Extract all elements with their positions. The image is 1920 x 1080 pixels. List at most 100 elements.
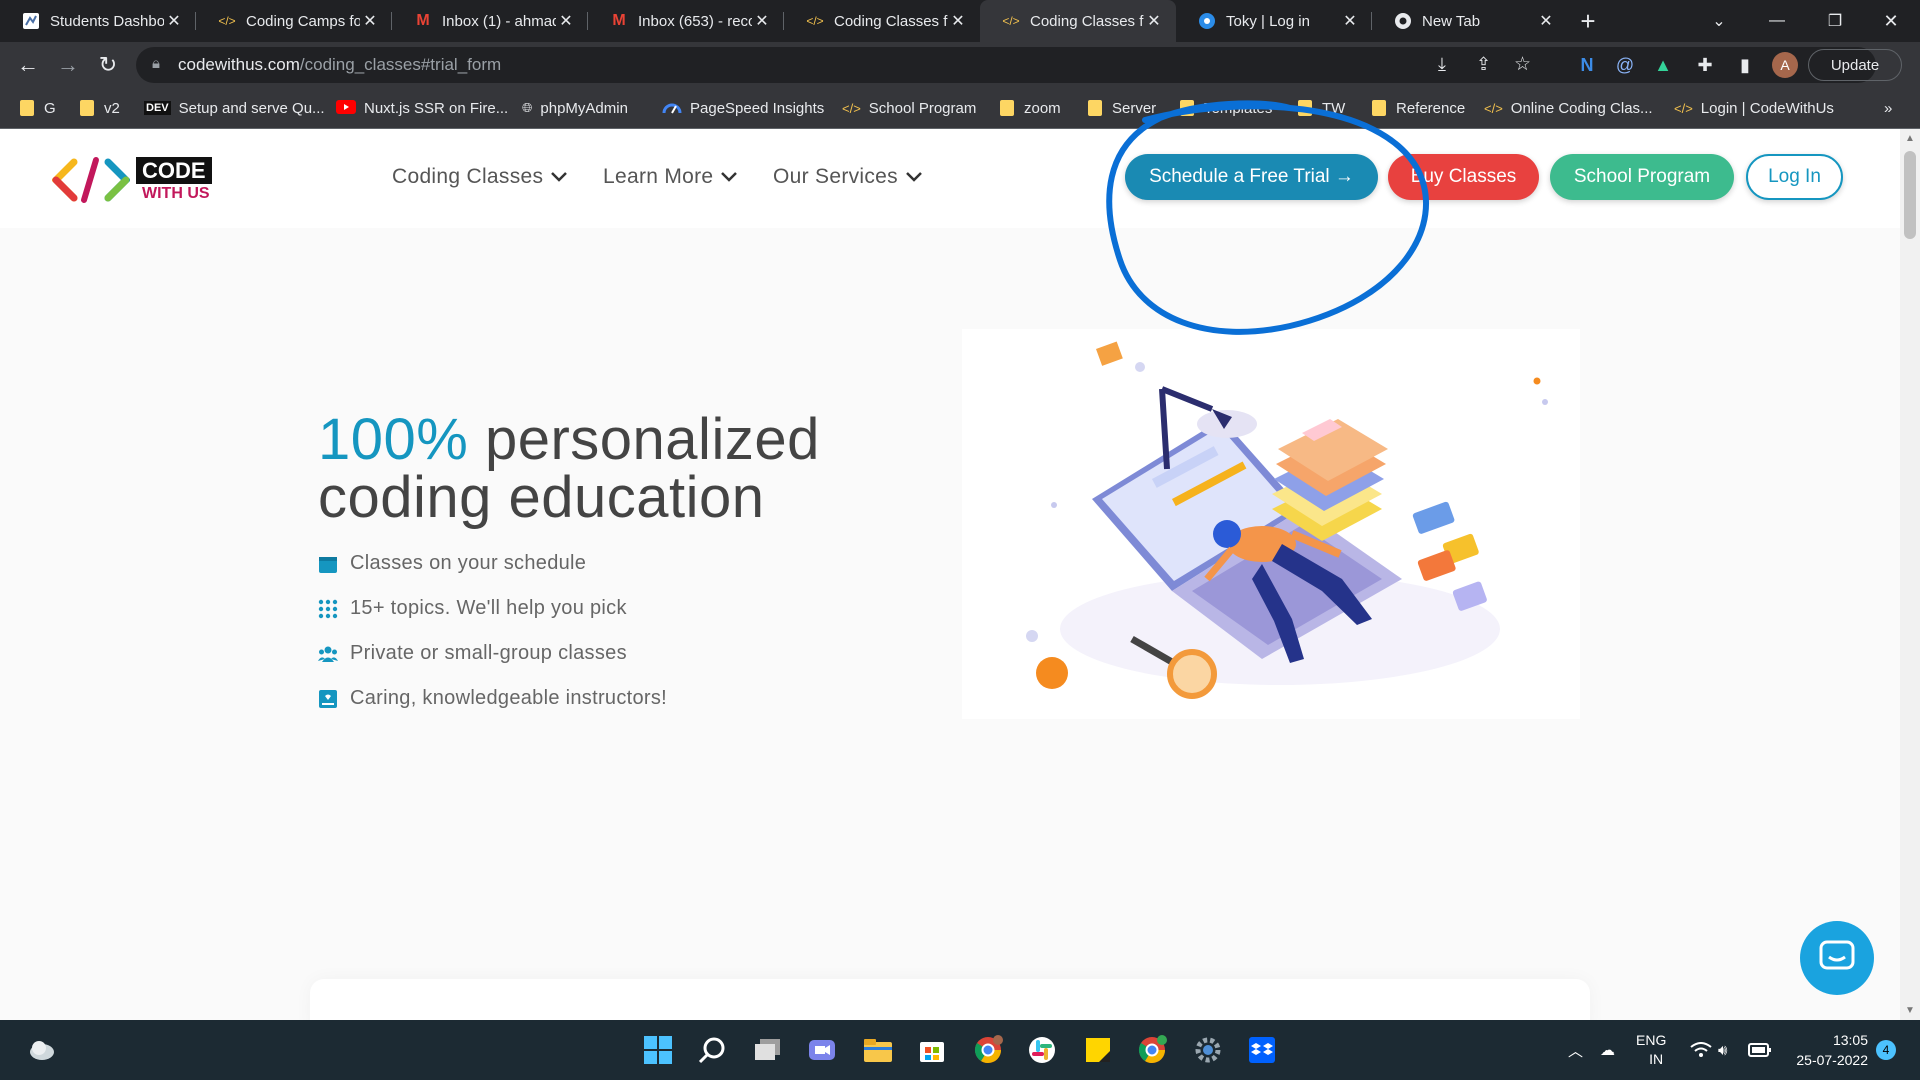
side-panel-icon[interactable]: ▮ — [1728, 42, 1762, 88]
show-hidden-icons-chevron-icon[interactable]: ︿ — [1568, 1020, 1583, 1080]
bookmark-g[interactable]: G — [20, 88, 56, 128]
bookmark-server[interactable]: Server — [1088, 88, 1156, 128]
buy-classes-button[interactable]: Buy Classes — [1388, 154, 1539, 200]
folder-icon — [1088, 100, 1102, 116]
profile-avatar[interactable]: A — [1772, 52, 1798, 78]
gmail-icon: M — [416, 12, 430, 29]
chrome-profile-v-icon[interactable] — [1132, 1030, 1172, 1070]
scroll-up-icon[interactable]: ▲ — [1905, 133, 1915, 144]
extension-vue-icon[interactable]: ▲ — [1646, 42, 1680, 88]
close-tab-icon[interactable]: ✕ — [556, 11, 576, 31]
feature-item: Private or small-group classes — [318, 642, 627, 665]
site-logo[interactable]: CODE WITH US — [51, 156, 212, 204]
scroll-thumb[interactable] — [1904, 151, 1916, 239]
folder-icon — [1372, 100, 1386, 116]
language-indicator[interactable]: ENG IN — [1636, 1020, 1666, 1080]
teams-chat-icon[interactable] — [802, 1030, 842, 1070]
extension-n-icon[interactable]: N — [1570, 42, 1604, 88]
bookmark-login-codewithus[interactable]: </> Login | CodeWithUs — [1674, 88, 1834, 128]
url-text[interactable]: codewithus.com/coding_classes#trial_form — [178, 55, 501, 75]
install-app-icon[interactable]: ⤓ — [1438, 54, 1446, 75]
nav-our-services[interactable]: Our Services — [773, 165, 922, 189]
bookmark-star-icon[interactable]: ☆ — [1514, 53, 1531, 76]
sticky-notes-icon[interactable] — [1078, 1030, 1118, 1070]
extensions-puzzle-icon[interactable]: ✚ — [1688, 42, 1722, 88]
close-tab-icon[interactable]: ✕ — [948, 11, 968, 31]
more-bookmarks-icon[interactable]: » — [1884, 88, 1892, 128]
bookmark-setup-serve[interactable]: DEV Setup and serve Qu... — [144, 88, 325, 128]
close-window-icon[interactable]: ✕ — [1862, 0, 1920, 42]
back-arrow-icon[interactable]: ← — [8, 42, 48, 88]
file-explorer-icon[interactable] — [858, 1030, 898, 1070]
codewithus-icon: </> — [842, 100, 861, 116]
logo-code-text: CODE — [136, 156, 212, 184]
clock[interactable]: 13:05 25-07-2022 — [1790, 1020, 1868, 1080]
log-in-button[interactable]: Log In — [1746, 154, 1843, 200]
bookmarks-bar: G v2 DEV Setup and serve Qu... Nuxt.js SS… — [0, 88, 1920, 129]
chrome-icon — [1394, 12, 1412, 30]
bookmark-tw[interactable]: TW — [1298, 88, 1345, 128]
microsoft-store-icon[interactable] — [912, 1030, 952, 1070]
bookmark-online-coding[interactable]: </> Online Coding Clas... — [1484, 88, 1653, 128]
close-tab-icon[interactable]: ✕ — [752, 11, 772, 31]
page-scrollbar[interactable]: ▲ ▼ — [1900, 129, 1920, 1020]
windows-start-icon[interactable] — [638, 1030, 678, 1070]
close-tab-icon[interactable]: ✕ — [164, 11, 184, 31]
extension-at-icon[interactable]: @ — [1608, 42, 1642, 88]
restore-window-icon[interactable]: ❐ — [1806, 0, 1864, 42]
tab-new-tab[interactable]: New Tab ✕ — [1372, 0, 1568, 42]
scroll-down-icon[interactable]: ▼ — [1905, 1005, 1915, 1016]
bookmark-school-program[interactable]: </> School Program — [842, 88, 976, 128]
tab-toky[interactable]: Toky | Log in ✕ — [1176, 0, 1372, 42]
forward-arrow-icon[interactable]: → — [48, 42, 88, 88]
tab-inbox-653[interactable]: M Inbox (653) - reco ✕ — [588, 0, 784, 42]
notification-count-badge[interactable]: 4 — [1876, 1040, 1896, 1060]
weather-cloud-icon[interactable] — [22, 1030, 62, 1070]
wifi-icon[interactable] — [1690, 1020, 1712, 1080]
dropbox-icon[interactable] — [1242, 1030, 1282, 1070]
chat-widget-button[interactable] — [1800, 921, 1874, 995]
new-tab-button[interactable]: + — [1568, 0, 1608, 42]
school-program-button[interactable]: School Program — [1550, 154, 1734, 200]
search-icon[interactable] — [692, 1030, 732, 1070]
bookmark-reference[interactable]: Reference — [1372, 88, 1465, 128]
onedrive-cloud-icon[interactable]: ☁︎ — [1600, 1020, 1615, 1080]
gmail-icon: M — [612, 12, 626, 29]
chrome-profile-a-icon[interactable] — [968, 1030, 1008, 1070]
bookmark-pagespeed[interactable]: PageSpeed Insights — [662, 88, 824, 128]
tab-title: Coding Camps fo — [246, 12, 360, 30]
bookmark-zoom[interactable]: zoom — [1000, 88, 1061, 128]
bookmark-phpmyadmin[interactable]: 🌐︎ phpMyAdmin — [522, 88, 628, 128]
settings-gear-icon[interactable] — [1188, 1030, 1228, 1070]
battery-icon[interactable] — [1748, 1020, 1772, 1080]
tab-coding-classes-active[interactable]: </> Coding Classes fo ✕ — [980, 0, 1176, 42]
page-content: CODE WITH US Coding Classes Learn More O… — [0, 129, 1900, 1020]
share-icon[interactable]: ⇪ — [1476, 54, 1491, 75]
tab-search-chevron-icon[interactable]: ⌄ — [1690, 0, 1748, 42]
close-tab-icon[interactable]: ✕ — [1340, 11, 1360, 31]
feature-label: Private or small-group classes — [350, 642, 627, 664]
chevron-down-icon — [551, 169, 568, 185]
tab-coding-camps[interactable]: </> Coding Camps fo ✕ — [196, 0, 392, 42]
reload-icon[interactable]: ↻ — [88, 42, 128, 88]
task-view-icon[interactable] — [748, 1030, 788, 1070]
volume-icon[interactable]: 🔊︎ — [1718, 1020, 1727, 1080]
nav-learn-more[interactable]: Learn More — [603, 165, 738, 189]
youtube-icon — [336, 99, 356, 117]
schedule-free-trial-button[interactable]: Schedule a Free Trial → — [1125, 154, 1378, 200]
bookmark-v2[interactable]: v2 — [80, 88, 120, 128]
minimize-window-icon[interactable]: — — [1748, 0, 1806, 42]
code-brackets-logo-icon — [51, 156, 131, 204]
close-tab-icon[interactable]: ✕ — [1536, 11, 1556, 31]
tab-inbox-1[interactable]: M Inbox (1) - ahmad ✕ — [392, 0, 588, 42]
tab-coding-classes-1[interactable]: </> Coding Classes fo ✕ — [784, 0, 980, 42]
update-button[interactable]: Update — [1808, 49, 1902, 81]
close-tab-icon[interactable]: ✕ — [1144, 11, 1164, 31]
bookmark-nuxt-ssr[interactable]: Nuxt.js SSR on Fire... — [336, 88, 508, 128]
nav-coding-classes[interactable]: Coding Classes — [392, 165, 568, 189]
close-tab-icon[interactable]: ✕ — [360, 11, 380, 31]
slack-icon[interactable] — [1022, 1030, 1062, 1070]
feature-item: Caring, knowledgeable instructors! — [318, 687, 667, 710]
tab-students-dashboard[interactable]: Students Dashbo ✕ — [0, 0, 196, 42]
bookmark-templates[interactable]: Templates — [1180, 88, 1272, 128]
